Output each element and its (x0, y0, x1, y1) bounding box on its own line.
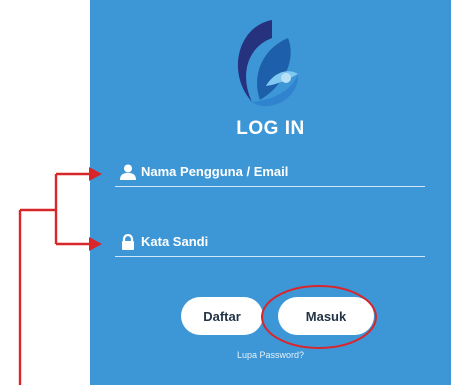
username-input[interactable] (141, 160, 421, 182)
register-button[interactable]: Daftar (181, 297, 263, 335)
forgot-password-link[interactable]: Lupa Password? (90, 350, 451, 360)
login-button[interactable]: Masuk (278, 297, 374, 335)
username-field[interactable] (115, 160, 425, 187)
lock-icon (122, 234, 134, 250)
password-field[interactable] (115, 230, 425, 257)
user-icon (120, 164, 136, 180)
page-title: LOG IN (236, 118, 305, 139)
login-panel: LOG IN Daftar Masuk Lupa Password? (90, 0, 451, 385)
password-input[interactable] (141, 230, 421, 252)
app-logo-icon (237, 20, 299, 107)
